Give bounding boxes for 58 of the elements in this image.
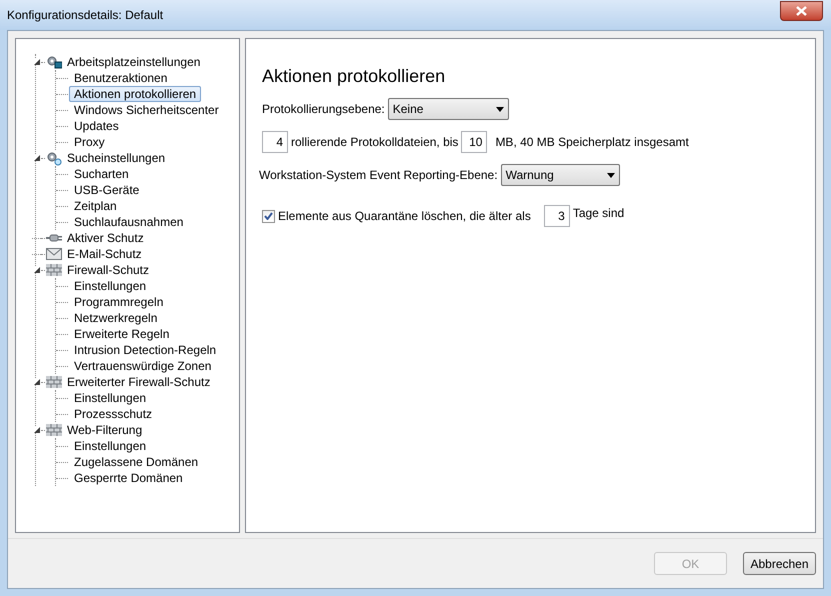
tree-item[interactable]: Einstellungen: [69, 438, 152, 454]
tree-item[interactable]: Netzwerkregeln: [69, 310, 162, 326]
tree-item[interactable]: Prozessschutz: [69, 406, 158, 422]
caret-icon: [606, 172, 615, 178]
field-label: Workstation-System Event Reporting-Ebene:: [259, 167, 498, 184]
brick-wall-icon: [46, 424, 62, 436]
gear-computer-icon: [46, 54, 62, 70]
expander-icon[interactable]: [34, 267, 40, 273]
tree-item[interactable]: Windows Sicherheitscenter: [69, 102, 224, 118]
expander-icon[interactable]: [34, 59, 40, 65]
expander-icon[interactable]: [34, 427, 40, 433]
tree-item[interactable]: Proxy: [69, 134, 110, 150]
tree-item[interactable]: Aktiver Schutz: [65, 229, 146, 247]
field-label: Protokollierungsebene:: [262, 101, 385, 118]
tree-item[interactable]: Intrusion Detection-Regeln: [69, 342, 222, 358]
brick-wall-icon: [46, 264, 62, 276]
tree-item[interactable]: Erweiterter Firewall-Schutz: [65, 373, 212, 391]
tree-item[interactable]: Updates: [69, 118, 124, 134]
field-label: rollierende Protokolldateien, bis: [291, 134, 458, 151]
tree-item[interactable]: Suchlaufausnahmen: [69, 214, 188, 230]
checkbox[interactable]: [262, 210, 275, 222]
file-size-field[interactable]: 10: [461, 131, 488, 153]
envelope-icon: [46, 248, 62, 260]
days-field[interactable]: 3: [544, 205, 570, 227]
tree-item[interactable]: Zugelassene Domänen: [69, 454, 204, 470]
tree-item[interactable]: Einstellungen: [69, 278, 152, 294]
tree-item[interactable]: Programmregeln: [69, 294, 168, 310]
tree-item[interactable]: E-Mail-Schutz: [65, 245, 144, 263]
panel-heading: Aktionen protokollieren: [262, 65, 446, 87]
tree-item[interactable]: Sucheinstellungen: [65, 149, 168, 167]
tree-item[interactable]: Firewall-Schutz: [65, 261, 152, 279]
tree-item[interactable]: Erweiterte Regeln: [69, 326, 174, 342]
file-count-field[interactable]: 4: [262, 131, 288, 153]
tree-item[interactable]: Web-Filterung: [65, 421, 144, 439]
brick-wall-icon: [46, 376, 62, 388]
gear-magnifier-icon: [46, 150, 62, 166]
log-level-dropdown[interactable]: Keine: [388, 98, 509, 120]
tree-item[interactable]: Benutzeraktionen: [69, 70, 172, 86]
expander-icon[interactable]: [34, 155, 40, 161]
event-level-dropdown[interactable]: Warnung: [500, 164, 620, 186]
tree-item[interactable]: Zeitplan: [69, 198, 122, 214]
tree-item[interactable]: USB-Geräte: [69, 182, 144, 198]
caret-icon: [496, 106, 504, 112]
tree-item[interactable]: Aktionen protokollieren: [69, 86, 202, 102]
tree-item[interactable]: Sucharten: [69, 166, 134, 182]
checkmark-icon: [264, 212, 273, 220]
tree-item[interactable]: Arbeitsplatzeinstellungen: [65, 53, 202, 71]
tree-item[interactable]: Vertrauenswürdige Zonen: [69, 358, 216, 374]
field-label: Tage sind: [572, 205, 624, 222]
tree-item[interactable]: Gesperrte Domänen: [69, 470, 188, 486]
checkbox-label: Elemente aus Quarantäne löschen, die älter als: [278, 208, 531, 225]
field-label: MB, 40 MB Speicherplatz insgesamt: [495, 134, 689, 151]
dialog-button[interactable]: Abbrechen: [743, 552, 816, 575]
tree-item[interactable]: Einstellungen: [69, 390, 152, 406]
expander-icon[interactable]: [34, 379, 40, 385]
window-title: Konfigurationsdetails: Default: [7, 7, 164, 24]
close-button[interactable]: [780, 1, 823, 21]
close-icon: [796, 6, 807, 16]
